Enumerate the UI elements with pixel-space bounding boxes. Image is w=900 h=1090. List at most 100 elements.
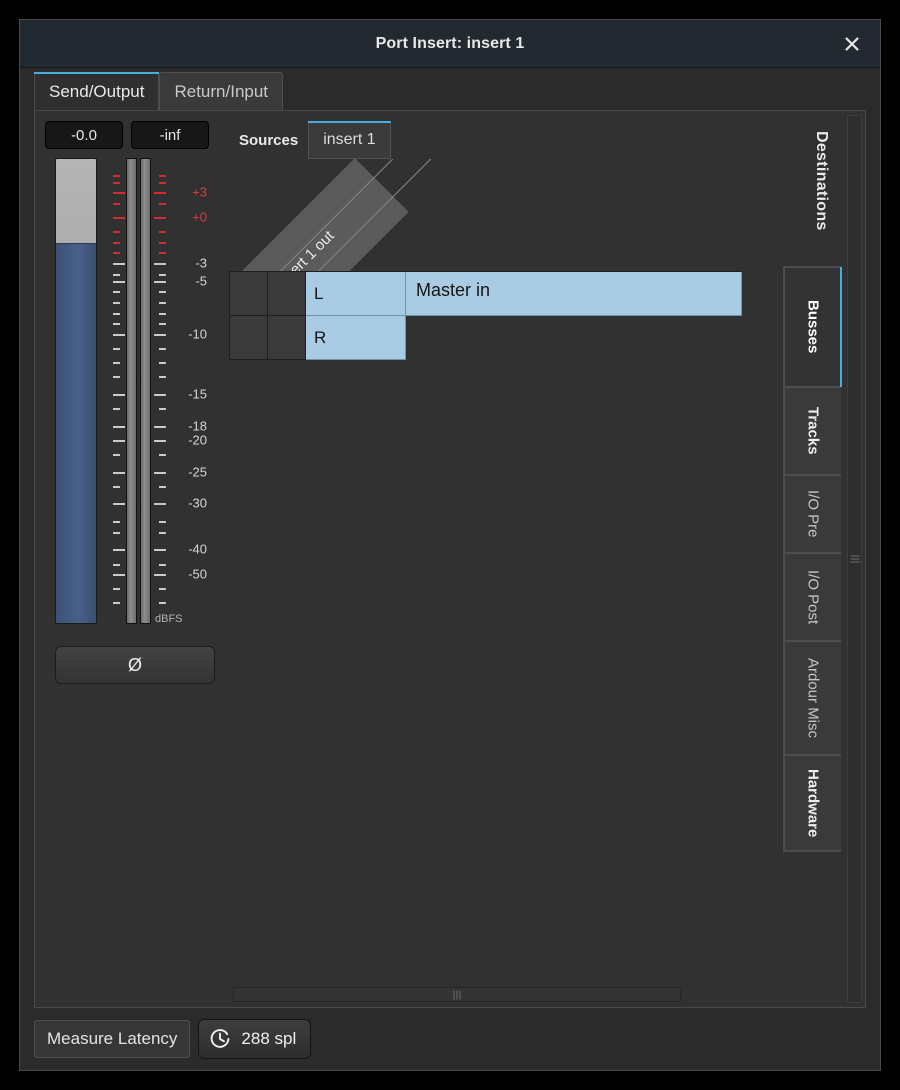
destination-tab-label: Hardware xyxy=(804,768,822,838)
vertical-scrollbar[interactable] xyxy=(847,115,862,1003)
meter-tick-label: -50 xyxy=(188,566,207,582)
footer-bar: Measure Latency 288 spl xyxy=(20,1008,880,1070)
destination-tab-hardware[interactable]: Hardware xyxy=(784,755,841,851)
table-row: R xyxy=(230,316,742,360)
column-separator xyxy=(267,159,394,284)
meter-tick-label: -40 xyxy=(188,541,207,557)
sources-label: Sources xyxy=(239,132,299,149)
meter-tick xyxy=(113,333,125,336)
destination-tab-label: I/O Pre xyxy=(804,490,822,538)
meter-tick xyxy=(113,602,120,605)
meter-tick xyxy=(113,549,125,552)
meter-tick-label: -18 xyxy=(188,418,207,434)
meter-tick xyxy=(113,312,120,315)
meter-zone: +3 +0 -3 -5 -10 -15 -18 -20 -25 -30 -40 -50 dBFS Ø xyxy=(45,158,215,684)
routing-matrix: Sources insert 1 insert 1 outLR L Master… xyxy=(225,111,777,1007)
row-label-l[interactable]: L xyxy=(306,272,406,316)
destination-tab-label: Tracks xyxy=(804,407,822,455)
matrix-cell-r-l[interactable] xyxy=(268,272,306,316)
matrix-grid: L Master in R xyxy=(229,271,742,360)
column-group-band xyxy=(229,159,409,284)
latency-value-label: 288 spl xyxy=(241,1029,297,1048)
meter-tick xyxy=(113,192,125,195)
meter-tick xyxy=(113,407,120,410)
destination-tab-ardour-misc[interactable]: Ardour Misc xyxy=(784,641,841,755)
fader-strip: -0.0 -inf +3 +0 -3 -5 -10 -15 -18 -20 -25 -30 -40 -… xyxy=(35,111,225,1007)
meter-tick xyxy=(113,174,120,177)
scrollbar-grip xyxy=(850,555,859,563)
destination-tab-label: Busses xyxy=(804,300,822,354)
matrix-cell-l-r[interactable] xyxy=(230,316,268,360)
tab-label: Return/Input xyxy=(174,81,269,101)
meter-ticks-left xyxy=(113,158,126,624)
gain-fader[interactable] xyxy=(55,158,97,624)
page-title: Port Insert: insert 1 xyxy=(375,34,525,52)
meter-tick xyxy=(113,252,120,255)
meter-tick-label: -3 xyxy=(195,255,207,271)
meter-tick xyxy=(113,425,125,428)
meter-tick-label: +0 xyxy=(192,209,207,225)
source-tab-label: insert 1 xyxy=(323,131,376,148)
scrollbar-grip xyxy=(453,990,461,999)
destination-tab-tracks[interactable]: Tracks xyxy=(784,387,841,475)
tab-return-input[interactable]: Return/Input xyxy=(159,72,284,110)
meter-tick xyxy=(113,563,120,566)
sources-header: Sources insert 1 xyxy=(239,121,392,159)
meter-tick xyxy=(113,471,125,474)
clock-icon xyxy=(211,1029,230,1048)
destination-tab-busses[interactable]: Busses xyxy=(784,267,842,387)
meter-bar-right xyxy=(140,158,151,624)
destinations-title: Destinations xyxy=(813,131,830,231)
meter-tick-label: -20 xyxy=(188,432,207,448)
meter-tick xyxy=(113,521,120,524)
title-bar: Port Insert: insert 1 xyxy=(20,20,880,68)
dialog-body: -0.0 -inf +3 +0 -3 -5 -10 -15 -18 -20 -25 -30 -40 -… xyxy=(34,110,866,1008)
meter-tick xyxy=(113,362,120,365)
measure-latency-button[interactable]: Measure Latency xyxy=(34,1020,191,1058)
fader-fill xyxy=(56,242,96,623)
destination-tab-i-o-pre[interactable]: I/O Pre xyxy=(784,475,841,553)
meter-unit-label: dBFS xyxy=(155,613,183,625)
meter-tick xyxy=(113,376,120,379)
meter-tick-label: -30 xyxy=(188,495,207,511)
meter-tick xyxy=(113,588,120,591)
meter-bar-left xyxy=(126,158,137,624)
destination-tab-list: Busses Tracks I/O Pre I/O Post Ardour Misc Ha… xyxy=(783,266,842,852)
tab-send-output[interactable]: Send/Output xyxy=(34,72,160,110)
destination-tab-i-o-post[interactable]: I/O Post xyxy=(784,553,841,641)
meter-tick xyxy=(113,231,120,234)
phase-invert-button[interactable]: Ø xyxy=(55,646,215,684)
meter-tick-label: -15 xyxy=(188,386,207,402)
meter-tick xyxy=(113,181,120,184)
diagonal-column-headers: insert 1 outLR xyxy=(229,159,559,284)
meter-tick xyxy=(113,323,120,326)
meter-tick xyxy=(113,485,120,488)
matrix-cell-r-r[interactable] xyxy=(268,316,306,360)
destination-tab-label: Ardour Misc xyxy=(804,657,822,739)
main-tab-bar: Send/Output Return/Input xyxy=(20,68,880,110)
meter-tick xyxy=(113,393,125,396)
meter-tick xyxy=(113,503,125,506)
peak-value-display[interactable]: -inf xyxy=(131,121,209,149)
gain-value-display[interactable]: -0.0 xyxy=(45,121,123,149)
meter-tick-label: +3 xyxy=(192,184,207,200)
close-button[interactable] xyxy=(838,30,866,58)
latency-value-button[interactable]: 288 spl xyxy=(198,1019,312,1059)
meter-tick xyxy=(113,574,125,577)
meter-tick xyxy=(113,439,125,442)
row-label-r[interactable]: R xyxy=(306,316,406,360)
meter-tick-label: -5 xyxy=(195,273,207,289)
horizontal-scrollbar[interactable] xyxy=(233,987,681,1002)
matrix-cell-l-l[interactable] xyxy=(230,272,268,316)
meter-tick xyxy=(113,291,120,294)
source-tab-insert-1[interactable]: insert 1 xyxy=(308,121,392,159)
destination-group-label[interactable]: Master in xyxy=(406,272,742,316)
table-row: L Master in xyxy=(230,272,742,316)
meter-scale-labels: +3 +0 -3 -5 -10 -15 -18 -20 -25 -30 -40 -50 xyxy=(165,158,207,624)
meter-tick xyxy=(113,531,120,534)
close-icon xyxy=(845,36,859,51)
gain-readout-row: -0.0 -inf xyxy=(45,121,225,149)
level-meter: +3 +0 -3 -5 -10 -15 -18 -20 -25 -30 -40 -50 dBFS xyxy=(113,158,207,625)
tab-label: Send/Output xyxy=(49,81,145,101)
column-separator xyxy=(305,159,432,284)
